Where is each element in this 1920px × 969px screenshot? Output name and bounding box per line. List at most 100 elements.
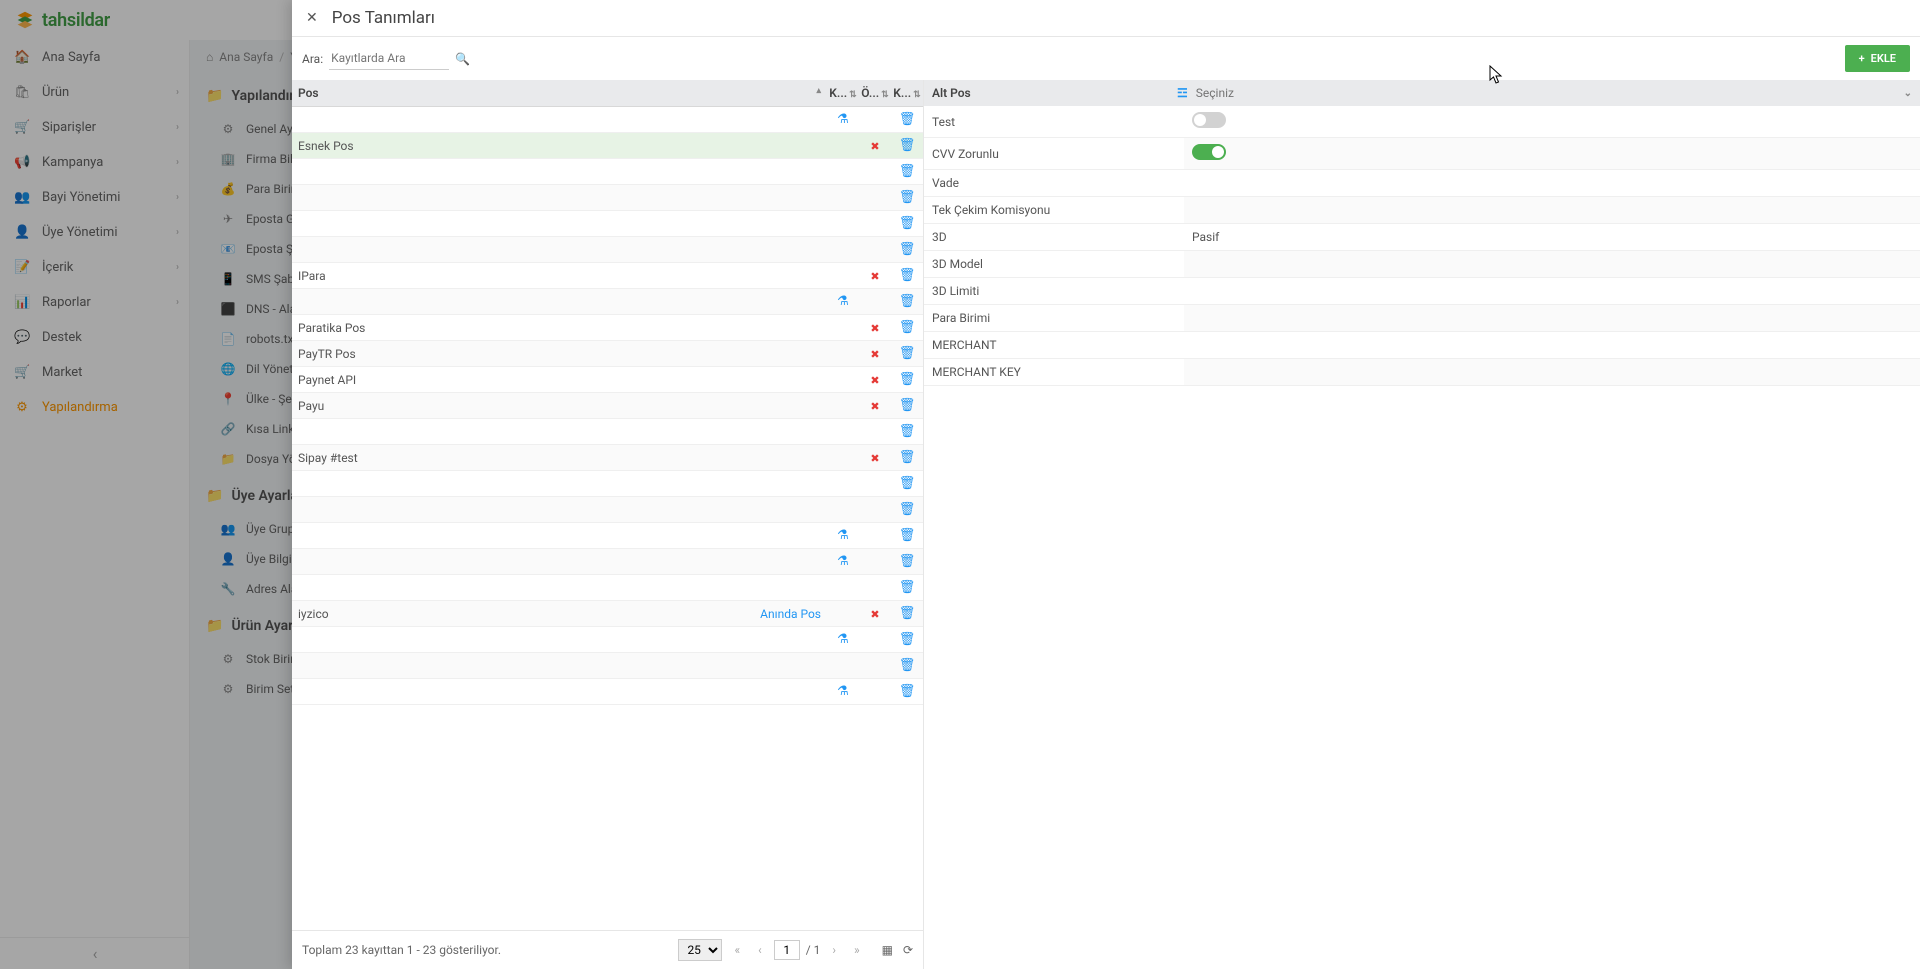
status-cell [859, 419, 891, 445]
page-size-select[interactable]: 25 [678, 939, 722, 961]
detail-value-cell[interactable] [1184, 278, 1920, 305]
pos-name-cell [292, 627, 827, 653]
pager-page-input[interactable] [774, 940, 800, 960]
table-row[interactable]: ⚗ 🗑 [292, 107, 923, 133]
grid-view-icon[interactable]: ▦ [882, 943, 893, 957]
table-row[interactable]: 🗑 [292, 159, 923, 185]
detail-value-cell[interactable] [1184, 305, 1920, 332]
trash-icon[interactable]: 🗑 [899, 138, 916, 153]
trash-icon[interactable]: 🗑 [899, 476, 916, 491]
table-row[interactable]: 🗑 [292, 471, 923, 497]
table-row[interactable]: Paynet API ✖ 🗑 [292, 367, 923, 393]
col-k2[interactable]: K...⇅ [891, 80, 923, 107]
table-row[interactable]: iyzicoAnında Pos ✖ 🗑 [292, 601, 923, 627]
trash-icon[interactable]: 🗑 [899, 190, 916, 205]
delete-cell: 🗑 [891, 627, 923, 653]
trash-icon[interactable]: 🗑 [899, 632, 916, 647]
detail-value-cell[interactable]: Pasif [1184, 224, 1920, 251]
table-row[interactable]: Esnek Pos ✖ 🗑 [292, 133, 923, 159]
table-row[interactable]: ⚗ 🗑 [292, 523, 923, 549]
trash-icon[interactable]: 🗑 [899, 112, 916, 127]
table-row[interactable]: 🗑 [292, 237, 923, 263]
pager-last[interactable]: » [848, 941, 866, 959]
delete-cell: 🗑 [891, 107, 923, 133]
search-input[interactable] [329, 47, 449, 70]
table-row[interactable]: IPara ✖ 🗑 [292, 263, 923, 289]
altpos-select[interactable] [1196, 86, 1904, 100]
col-o[interactable]: Ö...⇅ [859, 80, 891, 107]
trash-icon[interactable]: 🗑 [899, 580, 916, 595]
panel-title: Pos Tanımları [332, 8, 435, 28]
trash-icon[interactable]: 🗑 [899, 346, 916, 361]
detail-label: MERCHANT [924, 332, 1184, 359]
detail-value-cell[interactable] [1184, 332, 1920, 359]
table-row[interactable]: 🗑 [292, 497, 923, 523]
trash-icon[interactable]: 🗑 [899, 554, 916, 569]
trash-icon[interactable]: 🗑 [899, 450, 916, 465]
trash-icon[interactable]: 🗑 [899, 658, 916, 673]
table-row[interactable]: 🗑 [292, 653, 923, 679]
detail-value-cell[interactable] [1184, 138, 1920, 170]
table-row[interactable]: ⚗ 🗑 [292, 289, 923, 315]
flask-cell [827, 497, 859, 523]
stack-icon[interactable]: ☲ [1177, 86, 1188, 100]
add-button[interactable]: + EKLE [1845, 45, 1910, 72]
pos-table-panel: Pos▴ K...⇅ Ö...⇅ K...⇅ ⚗ 🗑 Esnek Pos ✖ 🗑… [292, 80, 924, 969]
detail-table: TestCVV ZorunluVadeTek Çekim Komisyonu3D… [924, 106, 1920, 386]
trash-icon[interactable]: 🗑 [899, 268, 916, 283]
dim-overlay[interactable] [0, 0, 292, 969]
detail-value-cell[interactable] [1184, 359, 1920, 386]
trash-icon[interactable]: 🗑 [899, 606, 916, 621]
trash-icon[interactable]: 🗑 [899, 164, 916, 179]
search-icon[interactable]: 🔍 [455, 52, 470, 66]
pager-first[interactable]: « [728, 941, 746, 959]
pos-name-cell [292, 497, 827, 523]
col-k1[interactable]: K...⇅ [827, 80, 859, 107]
detail-value-cell[interactable] [1184, 106, 1920, 138]
table-row[interactable]: ⚗ 🗑 [292, 627, 923, 653]
trash-icon[interactable]: 🗑 [899, 502, 916, 517]
pos-name-cell [292, 211, 827, 237]
trash-icon[interactable]: 🗑 [899, 216, 916, 231]
table-row[interactable]: 🗑 [292, 419, 923, 445]
pos-name-cell [292, 679, 827, 705]
delete-cell: 🗑 [891, 315, 923, 341]
pager-prev[interactable]: ‹ [752, 941, 768, 959]
table-row[interactable]: Sipay #test ✖ 🗑 [292, 445, 923, 471]
delete-cell: 🗑 [891, 445, 923, 471]
trash-icon[interactable]: 🗑 [899, 684, 916, 699]
trash-icon[interactable]: 🗑 [899, 372, 916, 387]
delete-cell: 🗑 [891, 653, 923, 679]
trash-icon[interactable]: 🗑 [899, 398, 916, 413]
trash-icon[interactable]: 🗑 [899, 528, 916, 543]
col-pos[interactable]: Pos▴ [292, 80, 827, 107]
status-cell [859, 523, 891, 549]
trash-icon[interactable]: 🗑 [899, 294, 916, 309]
table-row[interactable]: Payu ✖ 🗑 [292, 393, 923, 419]
status-cell [859, 549, 891, 575]
table-row[interactable]: ⚗ 🗑 [292, 549, 923, 575]
table-row[interactable]: 🗑 [292, 211, 923, 237]
detail-value-cell[interactable] [1184, 251, 1920, 278]
trash-icon[interactable]: 🗑 [899, 320, 916, 335]
table-row[interactable]: 🗑 [292, 185, 923, 211]
pager-total: / 1 [806, 943, 821, 957]
detail-label: CVV Zorunlu [924, 138, 1184, 170]
table-row[interactable]: PayTR Pos ✖ 🗑 [292, 341, 923, 367]
chevron-down-icon[interactable]: ⌄ [1904, 88, 1912, 99]
table-row[interactable]: Paratika Pos ✖ 🗑 [292, 315, 923, 341]
table-row[interactable]: ⚗ 🗑 [292, 679, 923, 705]
detail-panel: Alt Pos ☲ ⌄ TestCVV ZorunluVadeTek Çekim… [924, 80, 1920, 969]
detail-value-cell[interactable] [1184, 197, 1920, 224]
toggle-off[interactable] [1192, 112, 1226, 128]
toggle-on[interactable] [1192, 144, 1226, 160]
plus-icon: + [1859, 52, 1865, 65]
trash-icon[interactable]: 🗑 [899, 424, 916, 439]
trash-icon[interactable]: 🗑 [899, 242, 916, 257]
pager-next[interactable]: › [826, 941, 842, 959]
table-row[interactable]: 🗑 [292, 575, 923, 601]
close-button[interactable]: ✕ [302, 8, 322, 28]
refresh-icon[interactable]: ⟳ [903, 943, 913, 957]
flask-cell: ⚗ [827, 289, 859, 315]
detail-value-cell[interactable] [1184, 170, 1920, 197]
